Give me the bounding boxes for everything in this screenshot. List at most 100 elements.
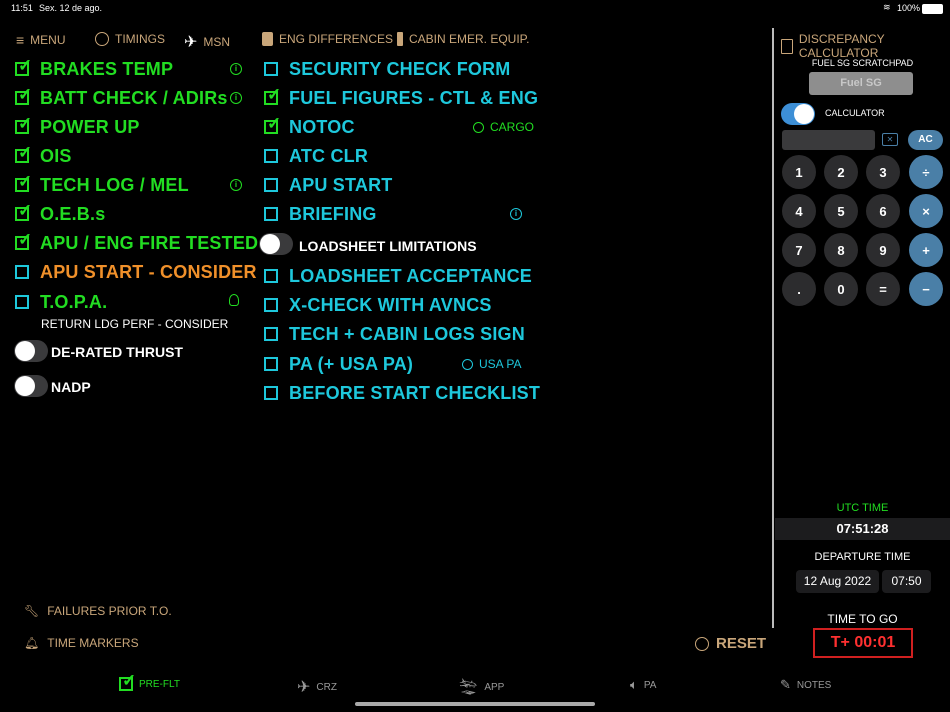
reset-label: RESET <box>716 635 767 652</box>
checkbox-icon[interactable] <box>264 207 278 221</box>
cargo-button[interactable]: CARGO <box>473 120 534 134</box>
checkbox-icon[interactable]: ✓ <box>15 86 32 105</box>
middle-checklist-item[interactable]: ✓ NOTOC <box>264 115 355 139</box>
failures-label: FAILURES PRIOR T.O. <box>47 604 172 618</box>
calculator-key[interactable]: 2 <box>824 155 858 189</box>
calculator-key[interactable]: + <box>909 233 943 267</box>
middle-checklist-item[interactable]: X-CHECK WITH AVNCS <box>264 293 492 317</box>
time-to-go-value: T+ 00:01 <box>813 628 913 658</box>
checkbox-icon[interactable]: ✓ <box>264 115 281 134</box>
left-checklist-item[interactable]: ✓ POWER UP <box>15 115 140 139</box>
calculator-key[interactable]: 9 <box>866 233 900 267</box>
checkbox-icon[interactable] <box>264 178 278 192</box>
calculator-key[interactable]: 1 <box>782 155 816 189</box>
failures-prior-to-button[interactable]: 🔧︎ FAILURES PRIOR T.O. <box>24 604 172 618</box>
info-icon[interactable]: i <box>510 208 522 220</box>
tab-pre-flt-label: PRE-FLT <box>139 678 180 690</box>
checkbox-icon[interactable]: ✓ <box>264 86 281 105</box>
checkbox-icon[interactable] <box>264 357 278 371</box>
loadsheet-limitations-toggle[interactable] <box>259 233 293 255</box>
middle-checklist-item[interactable]: SECURITY CHECK FORM <box>264 57 510 81</box>
checkbox-icon[interactable] <box>264 386 278 400</box>
checkbox-icon[interactable]: ✓ <box>15 57 32 76</box>
eng-differences-button[interactable]: ENG DIFFERENCES <box>262 32 393 46</box>
middle-checklist-item[interactable]: BEFORE START CHECKLIST <box>264 381 540 405</box>
person-speaker-icon <box>462 358 473 370</box>
checkbox-icon[interactable] <box>264 62 278 76</box>
departure-time[interactable]: 07:50 <box>882 570 931 593</box>
tab-app[interactable]: 🛬︎ APP <box>458 677 504 697</box>
left-checklist-item[interactable]: ✓ BATT CHECK / ADIRs <box>15 86 228 110</box>
reset-button[interactable]: RESET <box>695 635 766 652</box>
middle-checklist-item[interactable]: APU START <box>264 173 392 197</box>
msn-button[interactable]: ✈ MSN <box>184 32 230 52</box>
timings-label: TIMINGS <box>115 32 165 46</box>
fuel-sg-input[interactable]: Fuel SG <box>809 72 913 95</box>
middle-checklist-item[interactable]: TECH + CABIN LOGS SIGN <box>264 322 525 346</box>
middle-checklist-item[interactable]: LOADSHEET ACCEPTANCE <box>264 264 532 288</box>
timings-button[interactable]: TIMINGS <box>95 32 165 46</box>
left-checklist-item[interactable]: ✓ BRAKES TEMP <box>15 57 173 81</box>
fuel-sg-title: FUEL SG SCRATCHPAD <box>811 58 914 68</box>
calculator-key[interactable]: ÷ <box>909 155 943 189</box>
menu-button[interactable]: ≡ MENU <box>16 32 66 48</box>
calculator-key[interactable]: 7 <box>782 233 816 267</box>
info-icon[interactable]: i <box>230 92 242 104</box>
middle-checklist-item-label: PA (+ USA PA) <box>289 353 414 374</box>
tab-pa[interactable]: 🔈︎ PA <box>630 677 656 693</box>
calculator-key[interactable]: . <box>782 272 816 306</box>
tab-pre-flt[interactable]: ✓ PRE-FLT <box>119 672 180 691</box>
backspace-icon[interactable]: ✕ <box>882 133 898 146</box>
tab-notes[interactable]: ✎ NOTES <box>780 677 831 693</box>
left-checklist-item[interactable]: ✓ APU / ENG FIRE TESTED <box>15 231 258 255</box>
derated-thrust-toggle[interactable] <box>14 340 48 362</box>
checkbox-icon[interactable]: ✓ <box>15 173 32 192</box>
checkbox-icon[interactable] <box>264 149 278 163</box>
discrepancy-button[interactable]: DISCREPANCY CALCULATOR <box>781 32 950 60</box>
calculator-toggle[interactable] <box>781 103 815 125</box>
checkbox-icon[interactable]: ✓ <box>15 115 32 134</box>
left-checklist-item[interactable]: T.O.P.A. <box>15 290 107 314</box>
airplane-icon: ✈ <box>184 34 198 51</box>
checkbox-icon[interactable] <box>15 265 29 279</box>
checkbox-icon[interactable]: ✓ <box>15 202 32 221</box>
msn-label: MSN <box>203 35 231 49</box>
cabin-emer-button[interactable]: CABIN EMER. EQUIP. <box>397 32 529 46</box>
middle-checklist-item[interactable]: PA (+ USA PA) <box>264 352 413 376</box>
left-checklist-item[interactable]: ✓ OIS <box>15 144 72 168</box>
calculator-key[interactable]: 5 <box>824 194 858 228</box>
calculator-key[interactable]: × <box>909 194 943 228</box>
checkbox-icon[interactable] <box>264 298 278 312</box>
usa-pa-button[interactable]: USA PA <box>462 357 521 371</box>
departure-date[interactable]: 12 Aug 2022 <box>796 570 879 593</box>
calculator-key[interactable]: 3 <box>866 155 900 189</box>
left-checklist-item[interactable]: ✓ O.E.B.s <box>15 202 105 226</box>
checkbox-icon[interactable] <box>264 327 278 341</box>
middle-checklist-item[interactable]: BRIEFING <box>264 202 377 226</box>
left-checklist-item[interactable]: APU START - CONSIDER <box>15 260 257 284</box>
calculator-key[interactable]: 0 <box>824 272 858 306</box>
info-icon[interactable]: i <box>230 179 242 191</box>
nadp-toggle[interactable] <box>14 375 48 397</box>
checkbox-icon[interactable] <box>264 269 278 283</box>
calculator-key[interactable]: 6 <box>866 194 900 228</box>
checkbox-icon[interactable] <box>15 295 29 309</box>
checkbox-icon[interactable]: ✓ <box>15 144 32 163</box>
info-icon[interactable]: i <box>230 63 242 75</box>
tab-crz[interactable]: ✈ CRZ <box>297 677 337 697</box>
time-markers-button[interactable]: 🔔︎ TIME MARKERS <box>24 636 139 650</box>
checkbox-icon[interactable]: ✓ <box>15 231 32 250</box>
middle-checklist-item-label: X-CHECK WITH AVNCS <box>289 294 492 315</box>
calculator-key[interactable]: − <box>909 272 943 306</box>
middle-checklist-item[interactable]: ✓ FUEL FIGURES - CTL & ENG <box>264 86 538 110</box>
left-checklist-item[interactable]: ✓ TECH LOG / MEL <box>15 173 189 197</box>
tab-pa-label: PA <box>643 679 657 691</box>
calculator-display[interactable] <box>782 130 875 150</box>
middle-checklist-item[interactable]: ATC CLR <box>264 144 368 168</box>
calculator-key[interactable]: 8 <box>824 233 858 267</box>
middle-checklist-item-label: NOTOC <box>289 116 355 137</box>
calculator-key[interactable]: = <box>866 272 900 306</box>
lightbulb-icon[interactable] <box>229 294 239 306</box>
calculator-key[interactable]: 4 <box>782 194 816 228</box>
clear-button[interactable]: AC <box>908 130 943 150</box>
